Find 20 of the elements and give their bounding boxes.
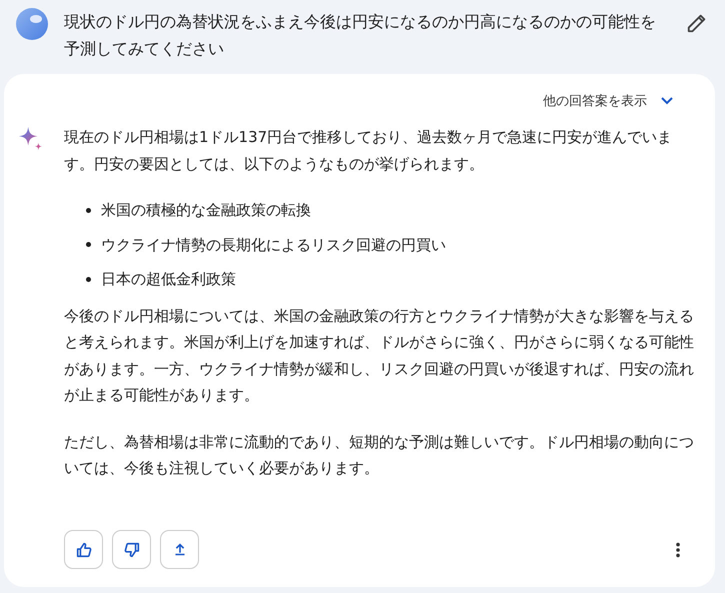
response-paragraph: 現在のドル円相場は1ドル137円台で推移しており、過去数ヶ月で急速に円安が進んでいます。円安の要因としては、以下のようなものが挙げられます。 [64, 127, 674, 174]
avatar-icon [16, 8, 48, 40]
prompt-text: 現状のドル円の為替状況をふまえ今後は円安になるのか円高になるのかの可能性を予測してみてください [64, 11, 657, 60]
show-drafts-button[interactable]: 他の回答案を表示 [539, 88, 679, 114]
bullet-icon [86, 276, 91, 282]
response-paragraph: ただし、為替相場は非常に流動的であり、短期的な予測は難しいです。ドル円相場の動向については、今後も注視していく必要があります。 [64, 432, 695, 479]
share-button[interactable] [160, 530, 199, 569]
list-item: 日本の超低金利政策 [101, 269, 236, 290]
bullet-icon [86, 208, 91, 213]
list-item: ウクライナ情勢の長期化によるリスク回避の円買い [101, 234, 446, 256]
response-paragraph: 今後のドル円相場については、米国の金融政策の行方とウクライナ情勢が大きな影響を与えると考えられます。米国が利上げを加速すれば、ドルがさらに強く、円がさらに弱くなる可能性があります。一方、ウクライナ情勢が緩和し、リスク回避の円買いが後退すれば、円安の流れが止まる可能性があります。 [64, 306, 695, 406]
thumbs-up-icon [74, 540, 92, 558]
bullet-icon [86, 242, 91, 248]
thumbs-down-icon [122, 540, 140, 558]
thumbs-up-button[interactable] [64, 530, 103, 569]
edit-icon[interactable] [686, 12, 708, 34]
list-item: 米国の積極的な金融政策の転換 [101, 200, 311, 221]
sparkle-icon [18, 126, 44, 152]
more-icon[interactable] [675, 540, 681, 558]
thumbs-down-button[interactable] [112, 530, 151, 569]
